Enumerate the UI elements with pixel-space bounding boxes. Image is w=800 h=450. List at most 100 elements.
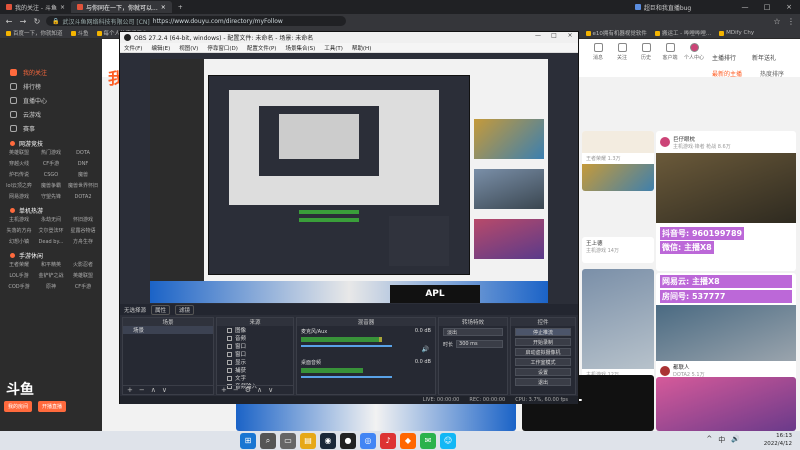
streamer-rank-link[interactable]: 主播排行 (712, 53, 736, 62)
stream-card[interactable]: 王上德 主机游戏 14万 (582, 237, 654, 263)
settings-button[interactable]: 设置 (515, 368, 571, 376)
taskbar-clock[interactable]: 16:13 2022/4/12 (764, 432, 792, 448)
scene-item[interactable]: 场景 (123, 326, 213, 334)
stream-card[interactable]: 王者荣耀 1.3万 (582, 131, 654, 191)
volume-icon[interactable]: 🔊 (731, 435, 740, 445)
sidebar-item-follow[interactable]: 我的关注 (0, 65, 102, 79)
move-up-icon[interactable]: ∧ (151, 386, 156, 394)
add-scene-icon[interactable]: + (127, 386, 133, 394)
game-link[interactable]: 主机游戏 (4, 216, 34, 225)
browser-tab-1[interactable]: 我的关注 - 斗鱼 × (0, 1, 71, 13)
game-link[interactable]: 方舟生存 (68, 238, 98, 247)
game-link[interactable]: LOL手游 (4, 272, 34, 281)
minimize-icon[interactable]: — (530, 32, 546, 43)
game-link[interactable]: 网易游戏 (4, 193, 34, 202)
new-tab-button[interactable]: + (172, 1, 189, 13)
game-link[interactable]: 魔兽世界怀旧 (68, 182, 98, 191)
source-item[interactable]: 图像 (217, 326, 293, 334)
speaker-icon[interactable]: 🔊 (422, 346, 429, 353)
game-link[interactable]: 幻想小镇 (4, 238, 34, 247)
move-up-icon[interactable]: ∧ (257, 386, 262, 394)
game-link[interactable]: 火影忍者 (68, 261, 98, 270)
bookmark-item[interactable]: e10拥有机器视觉软件 (585, 29, 647, 37)
search-icon[interactable]: ⌕ (260, 432, 276, 449)
obs-icon[interactable]: ● (340, 432, 356, 449)
file-explorer-icon[interactable]: ▤ (300, 432, 316, 449)
studio-mode-button[interactable]: 工作室模式 (515, 358, 571, 366)
reload-icon[interactable]: ↻ (32, 16, 42, 26)
sort-hot[interactable]: 热度排序 (760, 69, 784, 78)
move-down-icon[interactable]: ∨ (162, 386, 167, 394)
game-link[interactable]: 原神 (36, 283, 66, 292)
gift-link[interactable]: 新年送礼 (752, 53, 776, 62)
volume-slider[interactable] (301, 345, 392, 347)
header-client[interactable]: 客户端 (658, 43, 682, 61)
bookmark-item[interactable]: 搬运工 - 哔哩哔哩... (654, 29, 711, 37)
menu-scene-collection[interactable]: 场景集合(S) (285, 44, 315, 52)
forward-icon[interactable]: → (18, 16, 28, 26)
header-history[interactable]: 历史 (634, 43, 658, 61)
sidebar-item-live-center[interactable]: 直播中心 (0, 93, 102, 107)
sidebar-item-events[interactable]: 赛事 (0, 121, 102, 135)
game-link[interactable]: DOTA2 (68, 193, 98, 202)
address-bar[interactable]: 🔒 武汉斗鱼网络科技有限公司 [CN] https://www.douyu.co… (46, 16, 346, 26)
game-link[interactable]: 和平精英 (36, 261, 66, 270)
game-link[interactable]: 炉石传说 (4, 171, 34, 180)
volume-slider[interactable] (301, 376, 392, 378)
stream-card[interactable]: 巨仔眼枕 主机游戏·锋者 枪战 8.6万 抖音号: 960199789 微信: 主… (656, 131, 796, 271)
sidebar-item-rank[interactable]: 排行榜 (0, 79, 102, 93)
game-link[interactable]: 星露谷物语 (68, 227, 98, 236)
menu-edit[interactable]: 编辑(E) (151, 44, 170, 52)
game-link[interactable]: 穿越火线 (4, 160, 34, 169)
game-link[interactable]: 英雄联盟 (4, 149, 34, 158)
add-source-icon[interactable]: + (221, 386, 227, 394)
qq-icon[interactable]: ☺ (440, 432, 456, 449)
game-link[interactable]: 失落的方舟 (4, 227, 34, 236)
obs-preview[interactable]: APL (150, 59, 548, 303)
game-link[interactable]: CF手游 (68, 283, 98, 292)
tab-close-icon[interactable]: × (161, 4, 166, 11)
game-link[interactable]: 魔兽争霸 (36, 182, 66, 191)
game-link[interactable]: Dead by... (36, 238, 66, 247)
menu-file[interactable]: 文件(F) (124, 44, 142, 52)
game-link[interactable]: 王者荣耀 (4, 261, 34, 270)
bookmark-item[interactable]: 百度一下，你就知道 (6, 29, 63, 37)
gear-icon[interactable]: ⚙ (245, 386, 251, 394)
remove-scene-icon[interactable]: − (139, 386, 145, 394)
game-link[interactable]: DNF (68, 160, 98, 169)
stream-card[interactable] (656, 377, 796, 431)
start-icon[interactable]: ⊞ (240, 432, 256, 449)
menu-view[interactable]: 视图(V) (179, 44, 198, 52)
header-profile[interactable]: 个人中心 (682, 43, 706, 61)
game-link[interactable]: DOTA (68, 149, 98, 158)
menu-help[interactable]: 帮助(H) (352, 44, 371, 52)
douyu-icon[interactable]: ◆ (400, 432, 416, 449)
tab-close-icon[interactable]: × (60, 4, 65, 11)
stop-streaming-button[interactable]: 停止推流 (515, 328, 571, 336)
bookmark-item[interactable]: 斗鱼 (70, 29, 89, 37)
game-link[interactable]: 艾尔登法环 (36, 227, 66, 236)
game-link[interactable]: 热门游戏 (36, 149, 66, 158)
browser-tab-right[interactable]: 超巨和我直播bug (629, 1, 697, 13)
remove-source-icon[interactable]: − (233, 386, 239, 394)
menu-tools[interactable]: 工具(T) (324, 44, 343, 52)
maximize-icon[interactable]: □ (756, 0, 778, 14)
browser-tab-2[interactable]: 与你同在一下，你就可以... × (71, 1, 172, 13)
properties-button[interactable]: 属性 (151, 304, 171, 315)
steam-icon[interactable]: ◉ (320, 432, 336, 449)
game-link[interactable]: CSGO (36, 171, 66, 180)
ime-icon[interactable]: 中 (718, 435, 725, 445)
source-item[interactable]: 窗口 (217, 342, 293, 350)
maximize-icon[interactable]: □ (546, 32, 562, 43)
wechat-icon[interactable]: ✉ (420, 432, 436, 449)
source-item[interactable]: 窗口 (217, 350, 293, 358)
start-live-button[interactable]: 开播直播 (38, 401, 67, 412)
transition-select[interactable]: 淡出 (443, 328, 503, 336)
douyu-logo[interactable]: 斗鱼 (6, 379, 34, 399)
sort-newest[interactable]: 最新的主播 (712, 69, 742, 78)
menu-profile[interactable]: 配置文件(P) (247, 44, 277, 52)
menu-docks[interactable]: 停靠窗口(D) (207, 44, 238, 52)
source-item[interactable]: 文字 (217, 374, 293, 382)
game-link[interactable]: 魔兽 (68, 171, 98, 180)
tray-expand-icon[interactable]: ^ (706, 435, 712, 445)
